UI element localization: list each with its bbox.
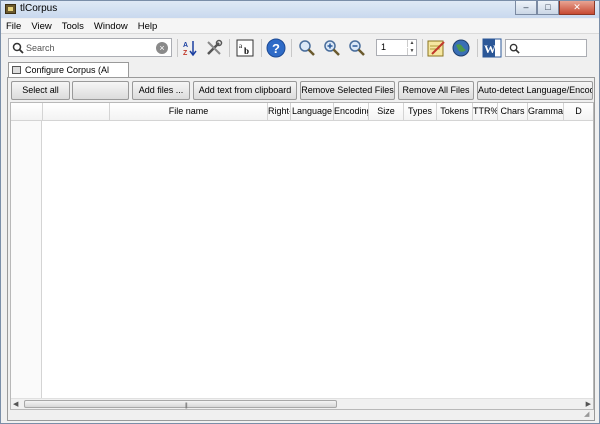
tools-icon <box>207 39 223 55</box>
globe-icon <box>452 39 470 57</box>
toolbar-divider <box>422 39 423 57</box>
corpus-tab-icon <box>12 66 21 74</box>
toolbar: Search × A Z a b ? 1 ▲ ▼ W <box>1 35 599 61</box>
toolbar-divider <box>291 39 292 57</box>
zoom-reset-button[interactable] <box>296 37 318 59</box>
svg-text:b: b <box>244 46 249 56</box>
column-header-size[interactable]: Size <box>369 103 404 120</box>
select-all-button[interactable]: Select all <box>11 81 70 100</box>
svg-text:Z: Z <box>183 50 188 57</box>
title-bar[interactable]: tlCorpus – □ ✕ <box>1 1 599 18</box>
configure-corpus-panel: Select all Add files ... Add text from c… <box>7 77 595 421</box>
column-header-encoding[interactable]: Encoding <box>334 103 369 120</box>
menu-bar: File View Tools Window Help <box>1 19 599 34</box>
toolbar-divider <box>229 39 230 57</box>
tab-label: Configure Corpus (Al <box>25 65 110 75</box>
column-header-right-to-left[interactable]: Right-to- <box>268 103 291 120</box>
toolbar-divider <box>177 39 178 57</box>
globe-button[interactable] <box>450 37 472 59</box>
secondary-search-input[interactable] <box>505 39 587 57</box>
close-button[interactable]: ✕ <box>559 1 595 15</box>
app-window: tlCorpus – □ ✕ File View Tools Window He… <box>0 0 600 424</box>
column-header-obscured[interactable] <box>43 103 110 120</box>
window-title: tlCorpus <box>20 3 58 14</box>
sort-az-icon: A Z <box>183 41 197 57</box>
table-header: File name Right-to- Language Encoding Si… <box>11 103 593 121</box>
scrollbar-grip-icon: ||| <box>185 403 188 409</box>
menu-window[interactable]: Window <box>89 19 133 33</box>
minimize-button[interactable]: – <box>515 1 537 15</box>
search-icon <box>509 43 520 54</box>
toolbar-divider <box>477 39 478 57</box>
column-header-d[interactable]: D <box>564 103 593 120</box>
column-header-types[interactable]: Types <box>404 103 437 120</box>
spin-down-icon[interactable]: ▼ <box>407 48 416 55</box>
add-text-from-clipboard-button[interactable]: Add text from clipboard <box>193 81 297 100</box>
word-export-button[interactable]: W <box>481 37 503 59</box>
remove-selected-files-button[interactable]: Remove Selected Files <box>300 81 395 100</box>
remove-all-files-button[interactable]: Remove All Files <box>398 81 474 100</box>
zoom-out-icon <box>349 40 365 56</box>
add-files-button[interactable]: Add files ... <box>132 81 190 100</box>
zoom-in-icon <box>324 40 340 56</box>
horizontal-scrollbar[interactable]: ◀ ||| ▶ <box>11 398 593 409</box>
tools-button[interactable] <box>203 37 225 59</box>
row-header-column <box>11 121 42 407</box>
word-icon: W <box>482 38 502 58</box>
search-placeholder: Search <box>26 43 55 53</box>
window-controls: – □ ✕ <box>515 1 595 15</box>
column-header-grammar-type[interactable]: Grammar Type <box>528 103 564 120</box>
notepad-icon <box>427 40 445 57</box>
scroll-left-icon[interactable]: ◀ <box>13 400 18 408</box>
help-button[interactable]: ? <box>265 37 287 59</box>
column-header-chars[interactable]: Chars <box>498 103 528 120</box>
scroll-right-icon[interactable]: ▶ <box>586 400 591 408</box>
svg-text:A: A <box>183 42 188 49</box>
maximize-button[interactable]: □ <box>537 1 559 15</box>
column-header-tokens[interactable]: Tokens <box>437 103 473 120</box>
menu-help[interactable]: Help <box>133 19 163 33</box>
zoom-out-button[interactable] <box>346 37 368 59</box>
search-icon <box>12 42 24 54</box>
scrollbar-thumb[interactable]: ||| <box>24 400 337 409</box>
help-icon: ? <box>266 38 286 58</box>
auto-detect-language-button[interactable]: Auto-detect Language/Encoding <box>477 81 593 100</box>
menu-tools[interactable]: Tools <box>57 19 89 33</box>
toolbar-divider <box>261 39 262 57</box>
tab-configure-corpus[interactable]: Configure Corpus (Al <box>8 62 129 77</box>
notepad-button[interactable] <box>425 37 447 59</box>
column-header-language[interactable]: Language <box>291 103 334 120</box>
tab-bar: Configure Corpus (Al <box>1 61 599 77</box>
resize-grip-icon[interactable]: ◢ <box>584 410 592 418</box>
spin-up-icon[interactable]: ▲ <box>407 40 416 47</box>
zoom-reset-icon <box>299 40 315 56</box>
files-table: File name Right-to- Language Encoding Si… <box>10 102 594 410</box>
column-header-ttr[interactable]: TTR% <box>473 103 498 120</box>
text-format-icon: a b <box>236 39 254 57</box>
text-format-button[interactable]: a b <box>234 37 256 59</box>
clear-search-icon[interactable]: × <box>156 42 168 54</box>
search-input[interactable]: Search × <box>8 38 172 57</box>
app-logo-icon <box>5 4 16 14</box>
page-value: 1 <box>381 42 387 52</box>
zoom-in-button[interactable] <box>321 37 343 59</box>
page-spinner[interactable]: 1 ▲ ▼ <box>376 39 417 56</box>
sort-az-button[interactable]: A Z <box>179 37 201 59</box>
obscured-button[interactable] <box>72 81 129 100</box>
menu-view[interactable]: View <box>26 19 56 33</box>
svg-text:?: ? <box>272 41 280 56</box>
column-header-file-name[interactable]: File name <box>110 103 268 120</box>
svg-text:W: W <box>484 42 496 56</box>
column-header-index[interactable] <box>11 103 43 120</box>
action-buttons: Select all Add files ... Add text from c… <box>10 81 594 101</box>
menu-file[interactable]: File <box>1 19 26 33</box>
